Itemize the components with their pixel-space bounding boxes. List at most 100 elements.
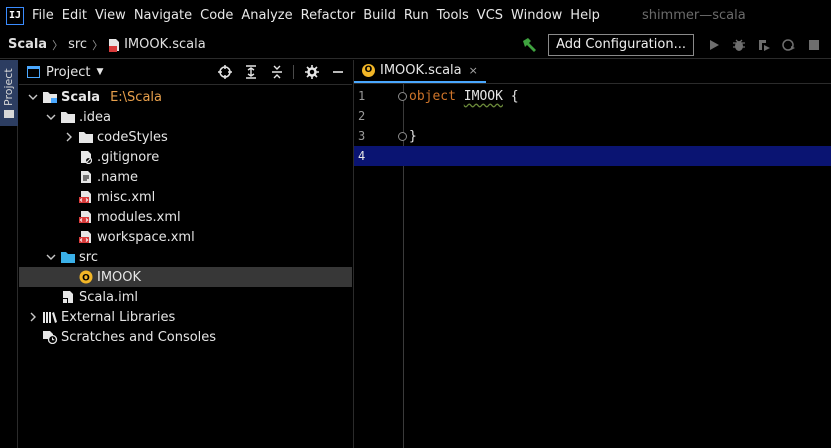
code-line[interactable]: 2 <box>354 106 831 126</box>
settings-icon[interactable] <box>304 64 320 80</box>
close-icon[interactable]: × <box>469 64 478 77</box>
fold-marker-icon[interactable] <box>398 91 407 101</box>
menu-file[interactable]: File <box>32 8 54 23</box>
project-panel-tools <box>207 64 346 80</box>
code-token: { <box>502 88 519 104</box>
tree-item-label: workspace.xml <box>97 229 195 245</box>
folder-icon <box>60 110 76 124</box>
code-line[interactable]: 4 <box>354 146 831 166</box>
project-tree: Scala E:\Scala .idea codeStyles .gitignore .n… <box>19 85 352 347</box>
chevron-down-icon[interactable] <box>45 251 57 263</box>
xml-file-icon <box>78 230 94 244</box>
hide-icon[interactable] <box>330 64 346 80</box>
xml-file-icon <box>78 210 94 224</box>
editor-tab-imook[interactable]: O IMOOK.scala × <box>354 59 486 83</box>
toolbar-divider <box>293 65 294 79</box>
tree-item-label: IMOOK <box>97 269 142 285</box>
menu-refactor[interactable]: Refactor <box>301 8 356 23</box>
run-icon[interactable] <box>706 37 722 53</box>
menu-vcs[interactable]: VCS <box>477 8 503 23</box>
tree-item-misc-xml[interactable]: misc.xml <box>19 187 352 207</box>
menu-code[interactable]: Code <box>200 8 233 23</box>
breadcrumb-separator-icon: 〉 <box>92 38 104 52</box>
stop-icon[interactable] <box>806 37 822 53</box>
debug-icon[interactable] <box>731 37 747 53</box>
code-line[interactable]: 3} <box>354 126 831 146</box>
editor-tab-label: IMOOK.scala <box>380 62 462 78</box>
code-text: object IMOOK { <box>409 89 519 104</box>
build-hammer-icon[interactable] <box>520 36 538 54</box>
tree-item-label: Scratches and Consoles <box>61 329 217 345</box>
keyword: object <box>409 88 456 104</box>
breadcrumb-project[interactable]: Scala <box>8 37 47 52</box>
code-token: } <box>409 128 417 144</box>
tree-item-label: External Libraries <box>61 309 176 325</box>
menu-build[interactable]: Build <box>363 8 396 23</box>
project-tool-tab-label: Project <box>2 68 15 106</box>
breadcrumb-separator-icon: 〉 <box>52 38 64 52</box>
chevron-down-icon[interactable]: ▼ <box>96 67 103 77</box>
code-line[interactable]: 1 object IMOOK { <box>354 86 831 106</box>
menu-window[interactable]: Window <box>511 8 562 23</box>
tree-item-label: Scala <box>61 89 101 105</box>
collapse-all-icon[interactable] <box>269 64 285 80</box>
menu-analyze[interactable]: Analyze <box>241 8 292 23</box>
tree-item-scala-iml[interactable]: Scala.iml <box>19 287 352 307</box>
chevron-down-icon[interactable] <box>45 111 57 123</box>
project-tool-tab[interactable]: Project <box>0 60 18 126</box>
tree-item-label: misc.xml <box>97 189 156 205</box>
source-folder-icon <box>60 250 76 264</box>
tree-item-workspace-xml[interactable]: workspace.xml <box>19 227 352 247</box>
project-panel: Project ▼ Scala E:\Scala .idea codeStyles .g… <box>19 60 352 448</box>
tree-item-scratches-and-consoles[interactable]: Scratches and Consoles <box>19 327 352 347</box>
menu-navigate[interactable]: Navigate <box>134 8 192 23</box>
coverage-icon[interactable] <box>756 37 772 53</box>
chevron-down-icon[interactable] <box>27 91 39 103</box>
chevron-right-icon[interactable] <box>63 131 75 143</box>
code-area[interactable]: 1 object IMOOK { 2 3} 4 <box>354 84 831 448</box>
locate-icon[interactable] <box>217 64 233 80</box>
tree-item-scala[interactable]: Scala E:\Scala <box>19 87 352 107</box>
editor: O IMOOK.scala × 1 object IMOOK { 2 3} 4 <box>353 60 831 448</box>
menu-edit[interactable]: Edit <box>62 8 87 23</box>
chevron-right-icon[interactable] <box>27 311 39 323</box>
tree-item-gitignore[interactable]: .gitignore <box>19 147 352 167</box>
libraries-icon <box>42 310 58 324</box>
navigation-bar: Scala 〉 src 〉 IMOOK.scala Add Configurat… <box>0 31 831 59</box>
intellij-logo-icon[interactable]: IJ <box>6 6 24 25</box>
gitignore-file-icon <box>78 150 94 164</box>
toolbar: Add Configuration... <box>520 33 831 56</box>
line-number: 2 <box>358 109 366 123</box>
project-path: E:\Scala <box>110 89 162 105</box>
profile-icon[interactable] <box>781 37 797 53</box>
line-number: 4 <box>358 149 366 163</box>
project-view-selector[interactable]: Project <box>46 65 90 80</box>
breadcrumb-src[interactable]: src <box>68 37 87 52</box>
tree-item-imook[interactable]: O IMOOK <box>19 267 352 287</box>
tree-item-label: modules.xml <box>97 209 181 225</box>
menu-tools[interactable]: Tools <box>437 8 469 23</box>
left-tool-strip: Project <box>0 60 18 448</box>
menu-run[interactable]: Run <box>404 8 429 23</box>
scratches-icon <box>42 330 58 344</box>
tree-item-modules-xml[interactable]: modules.xml <box>19 207 352 227</box>
line-number: 1 <box>358 89 366 103</box>
tree-item-src[interactable]: src <box>19 247 352 267</box>
breadcrumb-file[interactable]: IMOOK.scala <box>124 37 206 52</box>
expand-all-icon[interactable] <box>243 64 259 80</box>
tree-item-idea[interactable]: .idea <box>19 107 352 127</box>
tree-item-external-libraries[interactable]: External Libraries <box>19 307 352 327</box>
code-text: } <box>409 129 417 144</box>
fold-marker-icon[interactable] <box>398 131 407 141</box>
tree-item-label: src <box>79 249 98 265</box>
tree-item-codestyles[interactable]: codeStyles <box>19 127 352 147</box>
add-configuration-button[interactable]: Add Configuration... <box>548 33 694 56</box>
menu-help[interactable]: Help <box>570 8 600 23</box>
menu-view[interactable]: View <box>95 8 126 23</box>
iml-file-icon <box>60 290 76 304</box>
tree-item-name[interactable]: .name <box>19 167 352 187</box>
